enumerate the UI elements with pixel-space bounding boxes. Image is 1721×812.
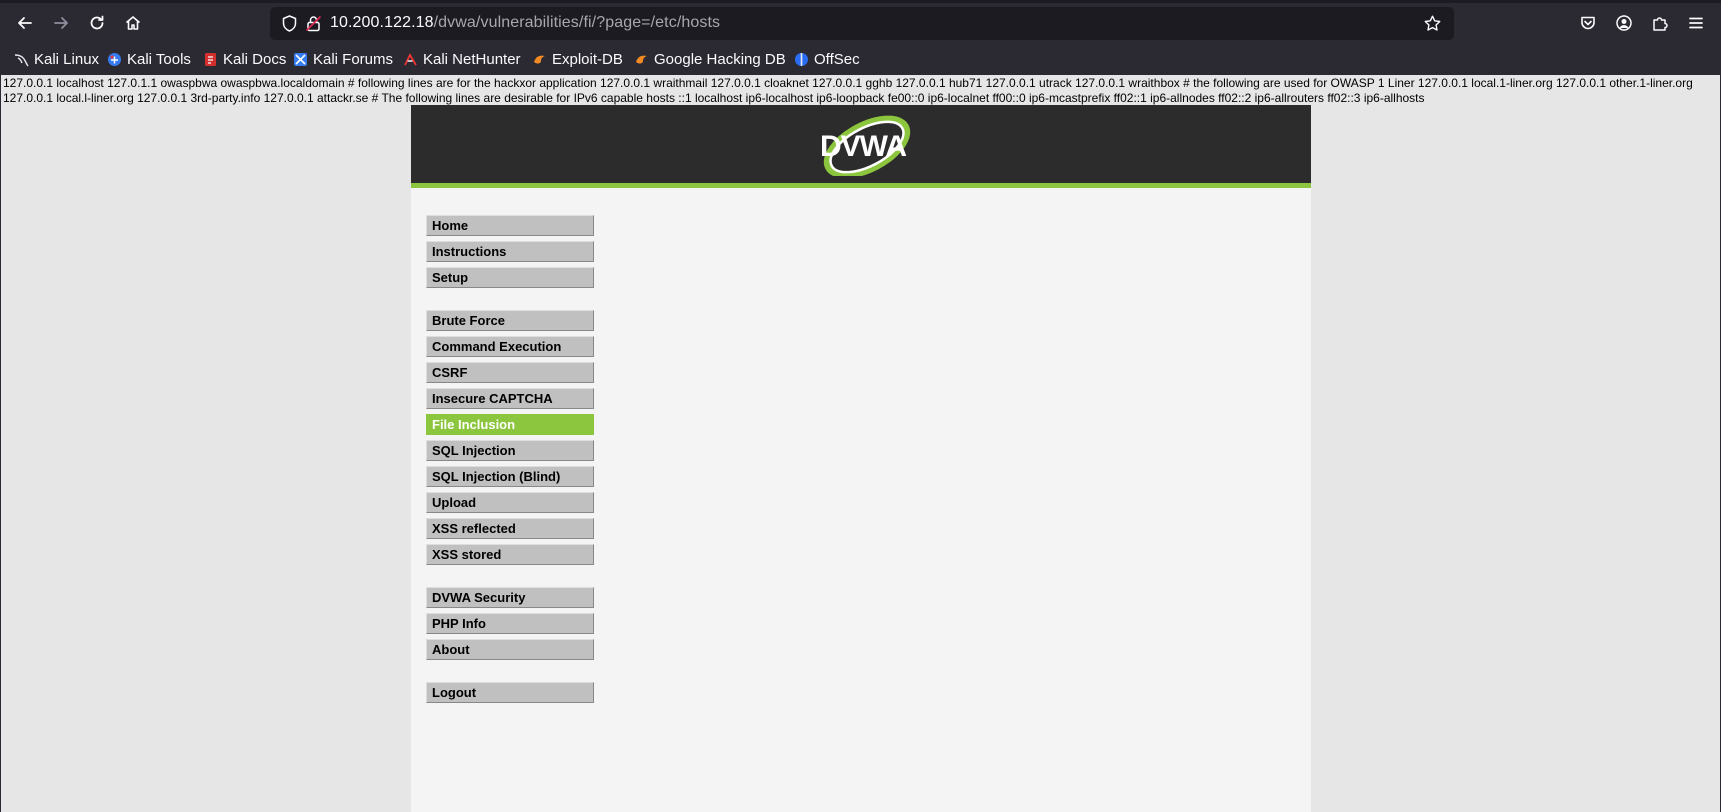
menu-group-vulnerabilities: Brute Force Command Execution CSRF Insec… (426, 310, 594, 565)
menu-item-file-inclusion[interactable]: File Inclusion (426, 414, 594, 435)
kali-tools-icon (108, 52, 121, 66)
bookmark-kali-tools[interactable]: Kali Tools (107, 49, 191, 69)
kali-forums-icon (294, 52, 307, 66)
bookmark-label: Kali NetHunter (423, 50, 521, 68)
menu-item-command-execution[interactable]: Command Execution (426, 336, 594, 357)
menu-item-csrf[interactable]: CSRF (426, 362, 594, 383)
kali-nethunter-icon (404, 52, 417, 65)
included-file-output: 127.0.0.1 localhost 127.0.1.1 owaspbwa o… (3, 76, 1693, 105)
account-icon (1616, 15, 1632, 31)
reload-icon (90, 15, 104, 30)
ghdb-icon (636, 55, 647, 64)
bookmark-exploit-db[interactable]: Exploit-DB (532, 49, 623, 69)
pocket-button[interactable] (1573, 8, 1603, 38)
bookmark-label: Kali Tools (127, 50, 191, 68)
logo-text: DVWA (820, 130, 906, 163)
bookmark-kali-forums[interactable]: Kali Forums (293, 49, 393, 69)
url-host: 10.200.122.18 (330, 14, 434, 31)
dvwa-header: DVWA (411, 105, 1311, 188)
kali-docs-icon (205, 52, 216, 66)
menu-item-about[interactable]: About (426, 639, 594, 660)
menu-item-upload[interactable]: Upload (426, 492, 594, 513)
forward-button[interactable] (46, 8, 76, 38)
bookmark-kali-docs[interactable]: Kali Docs (203, 49, 286, 69)
navigation-toolbar: 10.200.122.18/dvwa/vulnerabilities/fi/?p… (0, 3, 1721, 43)
bookmark-label: Exploit-DB (552, 50, 623, 68)
menu-button[interactable] (1681, 8, 1711, 38)
shield-icon[interactable] (280, 14, 299, 33)
exploit-db-icon (534, 55, 545, 64)
menu-group-settings: DVWA Security PHP Info About (426, 587, 594, 660)
menu-item-sql-injection-blind[interactable]: SQL Injection (Blind) (426, 466, 594, 487)
bookmark-label: Kali Linux (34, 50, 100, 68)
url-path: /dvwa/vulnerabilities/fi/?page=/etc/host… (433, 14, 721, 31)
bookmark-label: Kali Forums (313, 50, 394, 68)
bookmark-label: Kali Docs (223, 50, 287, 68)
pocket-icon (1581, 16, 1595, 30)
bookmarks-toolbar: Kali Linux Kali Tools Kali Docs Kali For… (0, 43, 1721, 74)
menu-item-php-info[interactable]: PHP Info (426, 613, 594, 634)
main-menu: Home Instructions Setup Brute Force Comm… (426, 215, 594, 708)
menu-item-instructions[interactable]: Instructions (426, 241, 594, 262)
back-button[interactable] (10, 8, 40, 38)
bookmark-kali-nethunter[interactable]: Kali NetHunter (403, 49, 521, 69)
bookmark-offsec[interactable]: OffSec (794, 49, 860, 69)
dvwa-logo: DVWA (820, 115, 911, 176)
bookmark-star-icon[interactable] (1423, 14, 1442, 33)
menu-group-main: Home Instructions Setup (426, 215, 594, 288)
menu-group-session: Logout (426, 682, 594, 703)
offsec-icon (795, 52, 808, 66)
menu-item-brute-force[interactable]: Brute Force (426, 310, 594, 331)
bookmark-label: OffSec (814, 50, 860, 68)
home-button[interactable] (118, 8, 148, 38)
bookmark-kali-linux[interactable]: Kali Linux (14, 49, 99, 69)
reload-button[interactable] (82, 8, 112, 38)
bookmark-google-hacking-db[interactable]: Google Hacking DB (634, 49, 786, 69)
extensions-button[interactable] (1645, 8, 1675, 38)
hamburger-menu-icon (1689, 17, 1703, 29)
browser-window: 10.200.122.18/dvwa/vulnerabilities/fi/?p… (0, 0, 1721, 812)
kali-dragon-icon (14, 53, 29, 66)
menu-item-insecure-captcha[interactable]: Insecure CAPTCHA (426, 388, 594, 409)
dvwa-container: DVWA Home Instructions Setup Brute Force… (411, 105, 1311, 812)
menu-item-setup[interactable]: Setup (426, 267, 594, 288)
menu-item-logout[interactable]: Logout (426, 682, 594, 703)
menu-item-dvwa-security[interactable]: DVWA Security (426, 587, 594, 608)
menu-item-xss-reflected[interactable]: XSS reflected (426, 518, 594, 539)
bookmark-label: Google Hacking DB (654, 50, 786, 68)
insecure-lock-icon[interactable] (304, 14, 323, 33)
menu-item-home[interactable]: Home (426, 215, 594, 236)
address-bar[interactable]: 10.200.122.18/dvwa/vulnerabilities/fi/?p… (270, 7, 1454, 40)
menu-item-xss-stored[interactable]: XSS stored (426, 544, 594, 565)
url-text[interactable]: 10.200.122.18/dvwa/vulnerabilities/fi/?p… (330, 14, 720, 32)
home-icon (125, 16, 141, 30)
puzzle-icon (1653, 17, 1668, 31)
account-button[interactable] (1609, 8, 1639, 38)
page-viewport: 127.0.0.1 localhost 127.0.1.1 owaspbwa o… (1, 75, 1720, 812)
menu-item-sql-injection[interactable]: SQL Injection (426, 440, 594, 461)
back-arrow-icon (18, 17, 32, 29)
forward-arrow-icon (54, 17, 68, 29)
